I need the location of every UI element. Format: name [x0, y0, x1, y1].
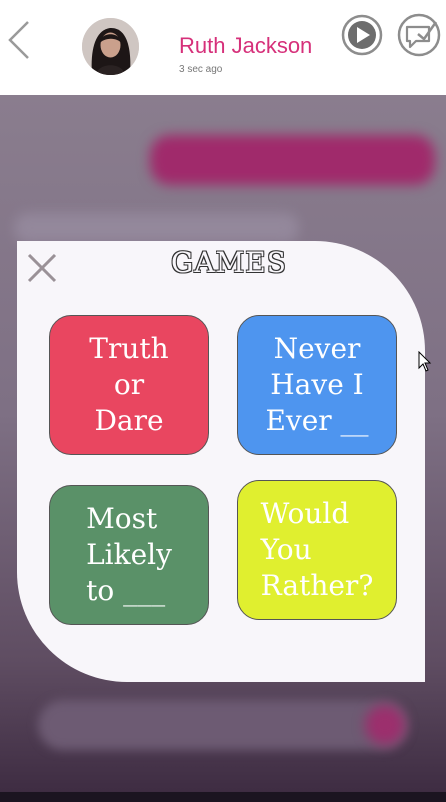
blurred-message-bubble: [14, 213, 299, 243]
game-never-have-i-ever-button[interactable]: Never Have I Ever __: [237, 315, 397, 455]
taskbar-strip: [0, 792, 446, 802]
games-modal: GAMES Truth or Dare Never Have I Ever __…: [17, 241, 425, 682]
game-label: Would You Rather?: [260, 497, 374, 602]
game-truth-or-dare-button[interactable]: Truth or Dare: [49, 315, 209, 455]
game-label: Never Have I Ever __: [265, 332, 369, 437]
chevron-left-icon[interactable]: [6, 18, 36, 62]
blurred-message-bubble: [150, 135, 435, 185]
game-label: Truth or Dare: [89, 332, 169, 437]
mouse-cursor-icon: [418, 351, 432, 372]
game-most-likely-to-button[interactable]: Most Likely to ___: [49, 485, 209, 625]
blurred-message-input: [38, 700, 408, 750]
chat-header: Ruth Jackson 3 sec ago: [0, 0, 446, 95]
avatar[interactable]: [82, 18, 139, 75]
game-would-you-rather-button[interactable]: Would You Rather?: [237, 480, 397, 620]
message-check-icon[interactable]: [396, 12, 442, 58]
contact-name: Ruth Jackson: [179, 33, 313, 58]
play-icon[interactable]: [339, 14, 385, 56]
modal-title: GAMES: [171, 246, 287, 279]
game-label: Most Likely to ___: [86, 502, 172, 607]
blurred-send-button: [365, 705, 405, 745]
last-seen-timestamp: 3 sec ago: [179, 64, 223, 75]
